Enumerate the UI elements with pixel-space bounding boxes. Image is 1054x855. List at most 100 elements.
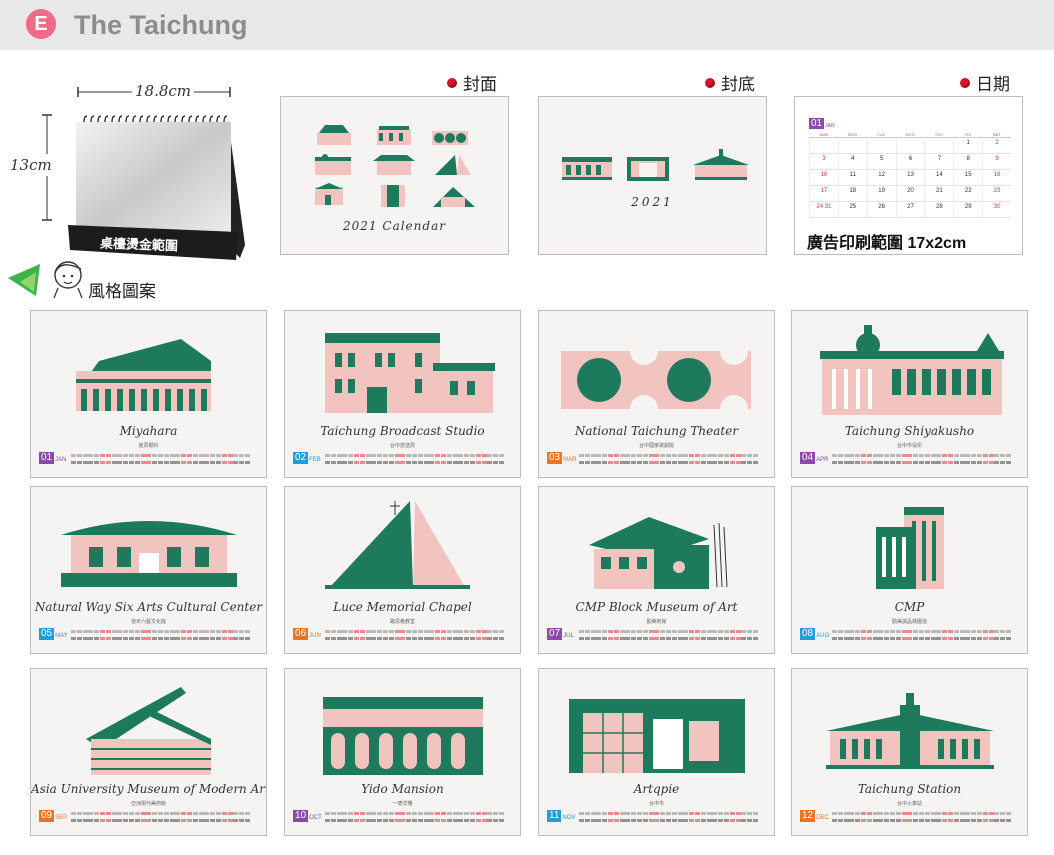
card-title: Yido Mansion <box>361 782 444 796</box>
weekday-label: SAT <box>992 132 1001 137</box>
month-number: 07 <box>547 628 563 640</box>
back-cover-preview: 2021 <box>538 96 767 255</box>
foil-range-label: 桌檯燙金範圍 <box>99 235 179 254</box>
date-cell: 26 <box>866 202 896 217</box>
date-cell: 16 <box>982 170 1011 185</box>
date-cell: 4 <box>837 154 867 169</box>
month-badge: 03 MAR <box>547 452 576 464</box>
card-title: Natural Way Six Arts Cultural Center <box>34 600 263 614</box>
month-card: Yido Mansion 一德洋樓 10 OCT <box>284 668 521 836</box>
month-number: 05 <box>39 628 55 640</box>
day-strip <box>325 454 510 468</box>
date-cell: 23 <box>982 186 1011 201</box>
style-section: 風格圖案 <box>6 256 166 302</box>
date-cell: 11 <box>837 170 867 185</box>
date-label: 日期 <box>960 70 1010 95</box>
card-title: Asia University Museum of Modern Art <box>31 782 267 796</box>
cover-label: 封面 <box>447 70 497 95</box>
day-strip <box>325 812 510 826</box>
month-badge: 04 APR <box>800 452 828 464</box>
date-cell: 6 <box>895 154 925 169</box>
month-abbr: NOV <box>562 815 576 821</box>
day-strip <box>71 454 256 468</box>
date-cell: 3 <box>809 154 838 169</box>
date-cell <box>895 138 925 153</box>
date-cell: 1 <box>953 138 982 153</box>
day-strip <box>579 812 764 826</box>
month-abbr: OCT <box>309 815 322 821</box>
bullet-dot-icon <box>960 77 970 88</box>
month-number: 09 <box>39 810 55 822</box>
date-cell: 10 <box>809 170 838 185</box>
date-cell: 29 <box>953 202 982 217</box>
card-subtitle: 亞洲現代美術館 <box>130 801 166 807</box>
cover-preview: 2021 Calendar <box>280 96 509 255</box>
month-badge: 09 SEP <box>39 810 67 822</box>
card-subtitle: 道禾六藝文化館 <box>130 619 166 625</box>
day-strip <box>579 630 764 644</box>
month-number: 01 <box>39 452 55 464</box>
card-subtitle: 勤美術館 <box>646 619 667 625</box>
month-abbr: APR <box>816 457 829 463</box>
card-title: Taichung Broadcast Studio <box>320 424 485 438</box>
width-dimension-label: 18.8cm <box>132 82 195 100</box>
month-card: Natural Way Six Arts Cultural Center 道禾六… <box>30 486 267 654</box>
card-title: Artqpie <box>633 782 680 796</box>
building-illustration <box>86 687 211 775</box>
month-badge: 10 OCT <box>293 810 322 822</box>
date-cell: 14 <box>924 170 953 185</box>
month-card: Taichung Shiyakusho 台中市役所 04 APR <box>791 310 1028 478</box>
card-title: CMP Block Museum of Art <box>575 600 738 614</box>
card-title: Taichung Station <box>857 782 962 796</box>
card-subtitle: 勤美誠品綠園道 <box>891 619 927 625</box>
date-cell: 24 31 <box>809 202 838 217</box>
date-cell <box>809 138 838 153</box>
day-strip <box>832 630 1017 644</box>
date-cell: 28 <box>924 202 953 217</box>
month-badge: 12 DEC <box>800 810 829 822</box>
month-number: 08 <box>800 628 816 640</box>
date-cell: 27 <box>895 202 925 217</box>
building-illustration <box>323 697 483 775</box>
girl-mascot-icon <box>8 261 83 299</box>
card-subtitle: 台中市 <box>648 801 664 807</box>
month-card: Artqpie 台中市 11 NOV <box>538 668 775 836</box>
month-badge: 02 FEB <box>293 452 321 464</box>
month-badge: 01 JAN <box>39 452 66 464</box>
date-cell: 8 <box>953 154 982 169</box>
month-abbr: JAN <box>55 457 67 463</box>
month-badge: 08 AUG <box>800 628 829 640</box>
month-abbr: JUL <box>563 633 574 639</box>
date-cell: 7 <box>924 154 953 169</box>
date-cell <box>866 138 896 153</box>
month-number: 10 <box>293 810 309 822</box>
building-illustration <box>589 517 728 589</box>
month-card: Miyahara 宮原眼科 01 JAN <box>30 310 267 478</box>
date-cell: 12 <box>866 170 896 185</box>
card-subtitle: 台中火車站 <box>896 801 922 807</box>
month-abbr: JUN <box>309 633 321 639</box>
card-subtitle: 台中市役所 <box>896 443 922 449</box>
date-cell: 17 <box>809 186 838 201</box>
month-card: Luce Memorial Chapel 路思義教堂 06 JUN <box>284 486 521 654</box>
card-title: CMP <box>894 600 925 614</box>
building-illustration <box>561 337 751 423</box>
building-illustration <box>820 325 1004 415</box>
style-section-label: 風格圖案 <box>88 282 156 302</box>
date-cell: 13 <box>895 170 925 185</box>
card-title: National Taichung Theater <box>574 424 739 438</box>
card-subtitle: 台中國家歌劇院 <box>638 443 674 449</box>
ad-range-label: 廣告印刷範圍 17x2cm <box>807 235 967 252</box>
building-illustration <box>826 693 994 769</box>
month-abbr: AUG <box>816 633 830 639</box>
cover-caption: 2021 Calendar <box>343 219 446 233</box>
day-strip <box>71 630 256 644</box>
date-preview: 01 JAN SUN MON TUE WED THU FRI SAT 1 2 3 4 5 6 7 8 9 10 1… <box>794 96 1023 255</box>
day-strip <box>71 812 256 826</box>
back-cover-caption: 2021 <box>631 195 674 209</box>
card-subtitle: 路思義教堂 <box>389 619 415 625</box>
card-subtitle: 宮原眼科 <box>138 443 159 449</box>
weekday-label: THU <box>934 132 943 137</box>
date-cell: 30 <box>982 202 1011 217</box>
month-badge: 11 NOV <box>547 810 575 822</box>
